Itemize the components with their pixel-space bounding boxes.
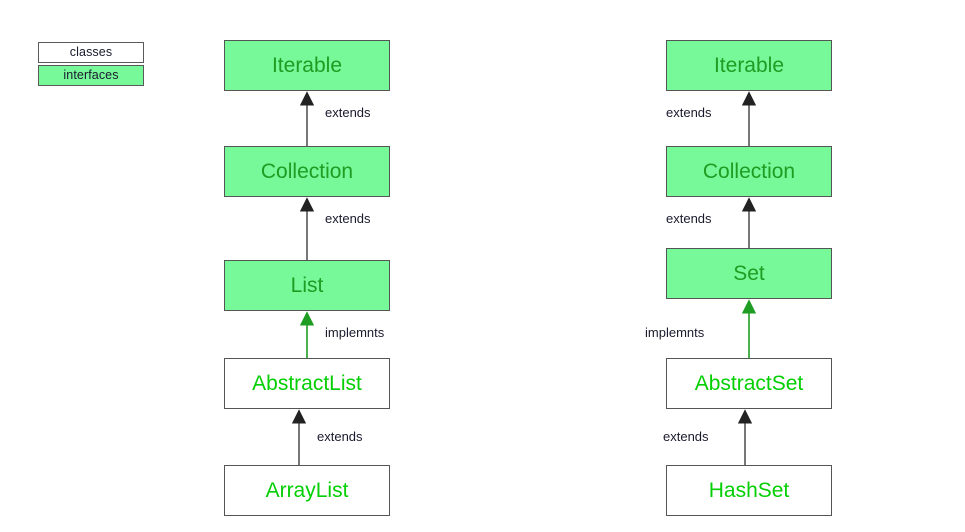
node-set: Set bbox=[666, 248, 832, 299]
edge-label-abstractset-set: implemnts bbox=[645, 325, 705, 340]
node-label: AbstractList bbox=[252, 372, 362, 395]
edge-label-collection-iterable: extends bbox=[325, 105, 371, 120]
edge-label-list-collection: extends bbox=[325, 211, 371, 226]
legend-item-interfaces-label: interfaces bbox=[63, 68, 119, 83]
node-label: HashSet bbox=[708, 479, 790, 502]
node-list: List bbox=[224, 260, 390, 311]
node-label: List bbox=[290, 274, 324, 297]
node-collection-set-branch: Collection bbox=[666, 146, 832, 197]
diagram-canvas: classes interfaces Iterable Collection L… bbox=[0, 0, 965, 532]
node-label: Iterable bbox=[713, 54, 785, 77]
legend: classes interfaces bbox=[38, 42, 144, 86]
legend-item-classes: classes bbox=[38, 42, 144, 63]
node-iterable-set-branch: Iterable bbox=[666, 40, 832, 91]
edge-label-hashset-abstractset: extends bbox=[663, 429, 709, 444]
node-abstractset: AbstractSet bbox=[666, 358, 832, 409]
node-collection-list-branch: Collection bbox=[224, 146, 390, 197]
edge-label-abstractlist-list: implemnts bbox=[325, 325, 385, 340]
node-label: Iterable bbox=[271, 54, 343, 77]
node-label: AbstractSet bbox=[694, 372, 804, 395]
node-label: Collection bbox=[260, 160, 354, 183]
node-hashset: HashSet bbox=[666, 465, 832, 516]
node-iterable-list-branch: Iterable bbox=[224, 40, 390, 91]
node-label: ArrayList bbox=[265, 479, 349, 502]
node-label: Set bbox=[733, 262, 765, 285]
legend-item-interfaces: interfaces bbox=[38, 65, 144, 86]
node-abstractlist: AbstractList bbox=[224, 358, 390, 409]
node-label: Collection bbox=[702, 160, 796, 183]
edge-label-arraylist-abstractlist: extends bbox=[317, 429, 363, 444]
edge-label-collection-iterable-set: extends bbox=[666, 105, 712, 120]
legend-item-classes-label: classes bbox=[69, 45, 113, 60]
node-arraylist: ArrayList bbox=[224, 465, 390, 516]
edge-label-set-collection: extends bbox=[666, 211, 712, 226]
